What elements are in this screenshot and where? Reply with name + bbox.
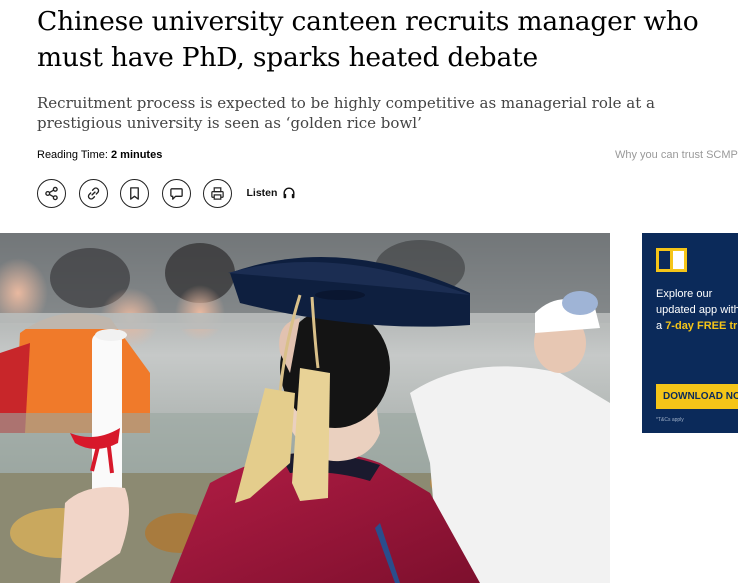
link-icon: [87, 186, 99, 200]
listen-button[interactable]: Listen: [247, 186, 297, 200]
article-toolbar: Listen: [37, 178, 296, 208]
ad-free-trial: 7-day FREE tr: [665, 320, 738, 332]
ad-line-3-prefix: a: [656, 320, 666, 332]
listen-label: Listen: [246, 187, 278, 199]
article-headline: Chinese university canteen recruits mana…: [37, 6, 699, 73]
bookmark-button[interactable]: [120, 178, 149, 208]
print-button[interactable]: [203, 178, 232, 208]
ad-copy: Explore our updated app with a 7-day FRE…: [656, 286, 738, 334]
hero-image: [0, 233, 610, 583]
reading-time-label: Reading Time:: [37, 149, 111, 161]
app-download-ad[interactable]: Explore our updated app with a 7-day FRE…: [642, 233, 738, 433]
ad-line-1: Explore our: [656, 288, 713, 300]
comment-button[interactable]: [161, 178, 191, 208]
graduate-photo: [0, 233, 610, 583]
comment-icon: [169, 187, 183, 200]
download-now-button[interactable]: DOWNLOAD NOW: [656, 384, 738, 409]
share-icon: [45, 186, 58, 200]
share-button[interactable]: [37, 178, 66, 208]
bookmark-icon: [130, 186, 139, 200]
ad-line-3: a 7-day FREE tr: [656, 318, 738, 334]
scmp-logo-icon: [656, 248, 687, 272]
ad-terms: *T&Cs apply: [656, 417, 684, 423]
trust-link[interactable]: Why you can trust SCMP: [615, 149, 738, 161]
article-subheadline: Recruitment process is expected to be hi…: [37, 94, 655, 132]
print-icon: [211, 186, 224, 200]
headphones-icon: [283, 187, 295, 199]
reading-time-value: 2 minutes: [110, 149, 163, 161]
reading-time: Reading Time: 2 minutes: [37, 149, 162, 161]
copy-link-button[interactable]: [78, 178, 108, 208]
ad-line-2: updated app with: [656, 304, 738, 316]
